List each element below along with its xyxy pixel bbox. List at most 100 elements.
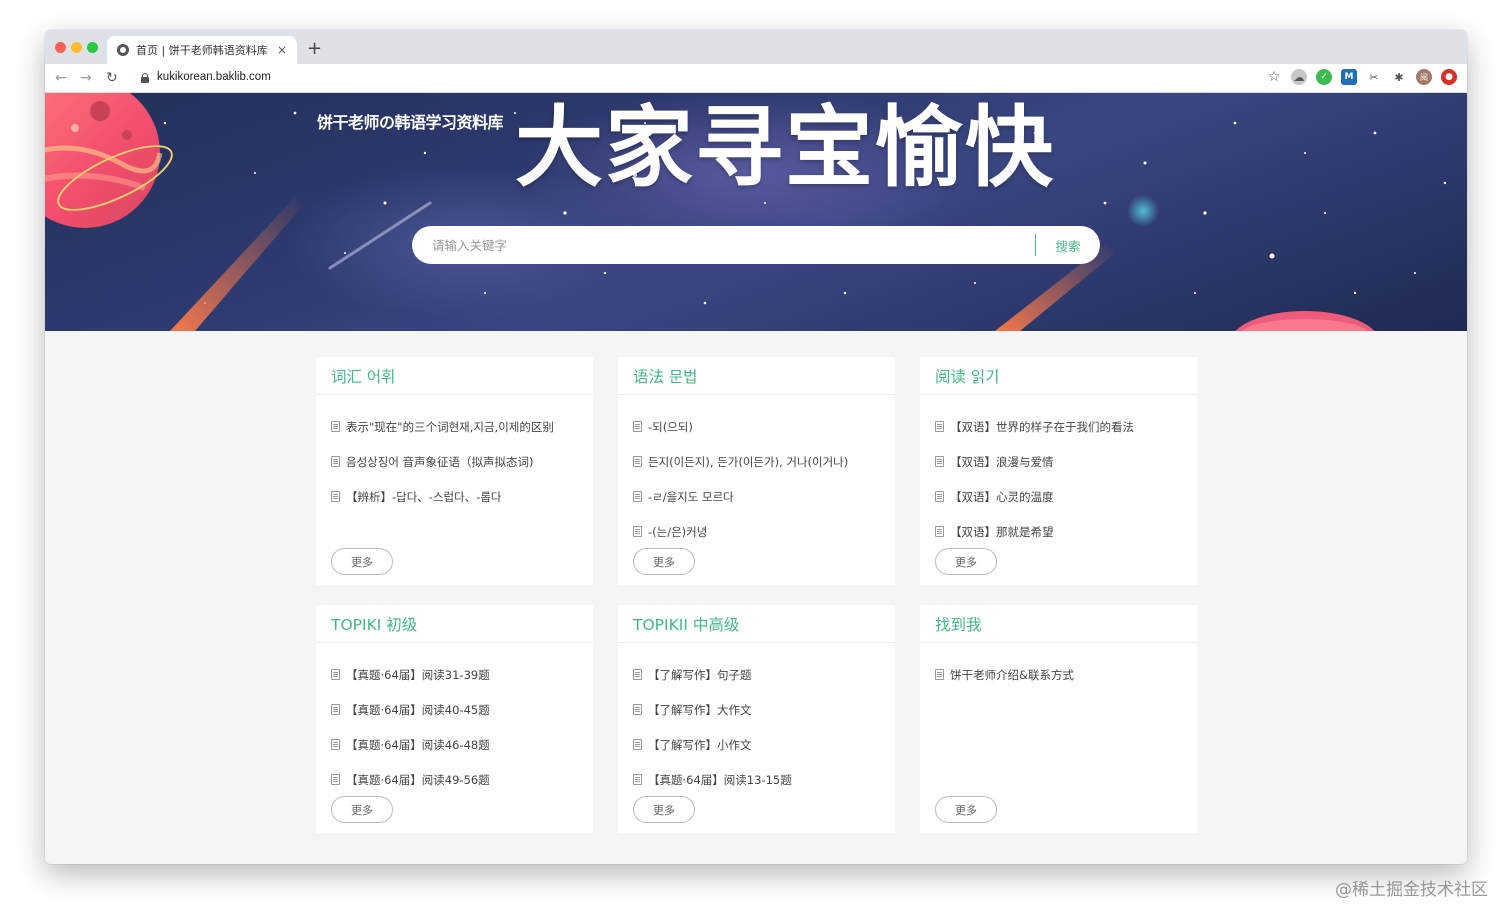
- extension-red-icon[interactable]: ●: [1441, 69, 1457, 85]
- tab-close-icon[interactable]: ×: [277, 43, 287, 57]
- article-link[interactable]: 【了解写作】大作文: [648, 702, 752, 718]
- article-link[interactable]: 【了解写作】句子题: [648, 667, 752, 683]
- list-item[interactable]: 【了解写作】大作文: [633, 692, 895, 727]
- document-icon: [331, 456, 340, 467]
- extension-check-icon[interactable]: ✓: [1316, 69, 1332, 85]
- card-topik-beginner: TOPIKI 初级 【真题·64届】阅读31-39题 【真题·64届】阅读40-…: [316, 605, 593, 833]
- more-button[interactable]: 更多: [331, 548, 393, 575]
- card-title[interactable]: 阅读 읽기: [935, 365, 999, 387]
- bookmark-star-icon[interactable]: ☆: [1266, 69, 1282, 85]
- reload-icon[interactable]: ↻: [106, 69, 118, 87]
- article-link[interactable]: 【真题·64届】阅读31-39题: [346, 667, 490, 683]
- extension-m-icon[interactable]: M: [1341, 69, 1357, 85]
- list-item[interactable]: 表示"现在"的三个词현재,지금,이제的区别: [331, 409, 593, 444]
- hero-banner: 饼干老师の韩语学习资料库 大家寻宝愉快 搜索: [45, 93, 1467, 331]
- article-link[interactable]: 【双语】浪漫与爱情: [950, 454, 1054, 470]
- address-bar[interactable]: kukikorean.baklib.com: [157, 71, 271, 83]
- search-bar: 搜索: [412, 226, 1100, 264]
- article-link[interactable]: -(는/은)커녕: [648, 524, 707, 540]
- article-link[interactable]: 든지(이든지), 든가(이든가), 거나(이거나): [648, 454, 848, 470]
- article-link[interactable]: 【真题·64届】阅读40-45题: [346, 702, 490, 718]
- list-item[interactable]: -(는/은)커녕: [633, 514, 895, 549]
- list-item[interactable]: 【双语】那就是希望: [935, 514, 1197, 549]
- browser-window: 首页 | 饼干老师韩语资料库 × + ← → ↻ kukikorean.bakl…: [45, 30, 1467, 864]
- list-item[interactable]: 【双语】浪漫与爱情: [935, 444, 1197, 479]
- list-item[interactable]: 饼干老师介绍&联系方式: [935, 657, 1197, 692]
- list-item[interactable]: 【双语】世界的样子在于我们的看法: [935, 409, 1197, 444]
- card-find-me: 找到我 饼干老师介绍&联系方式 更多: [920, 605, 1197, 833]
- globe-icon: [117, 44, 129, 56]
- document-icon: [331, 421, 340, 432]
- list-item[interactable]: 【了解写作】句子题: [633, 657, 895, 692]
- browser-toolbar: ← → ↻ kukikorean.baklib.com ☆ ☁ ✓ M ✂ ✱ …: [45, 64, 1467, 93]
- card-reading: 阅读 읽기 【双语】世界的样子在于我们的看法 【双语】浪漫与爱情 【双语】心灵的…: [920, 357, 1197, 585]
- list-item[interactable]: 【真题·64届】阅读49-56题: [331, 762, 593, 797]
- watermark: @稀土掘金技术社区: [1335, 880, 1488, 900]
- extension-scissors-icon[interactable]: ✂: [1366, 69, 1382, 85]
- article-link[interactable]: 【双语】那就是希望: [950, 524, 1054, 540]
- document-icon: [633, 669, 642, 680]
- document-icon: [633, 526, 642, 537]
- article-link[interactable]: 【辨析】-답다、-스럽다、-롭다: [346, 489, 502, 505]
- list-item[interactable]: 【真题·64届】阅读31-39题: [331, 657, 593, 692]
- site-logo[interactable]: 饼干老师の韩语学习资料库: [317, 109, 504, 133]
- article-link[interactable]: 【真题·64届】阅读13-15题: [648, 772, 792, 788]
- forward-icon[interactable]: →: [80, 69, 92, 87]
- hero-title: 大家寻宝愉快: [515, 96, 1056, 199]
- extension-cloud-icon[interactable]: ☁: [1291, 69, 1307, 85]
- card-title[interactable]: TOPIKI 初级: [331, 613, 417, 635]
- lock-icon[interactable]: [141, 73, 149, 83]
- article-link[interactable]: 음성상징어 音声象征语（拟声拟态词): [346, 454, 534, 470]
- list-item[interactable]: 【辨析】-답다、-스럽다、-롭다: [331, 479, 593, 514]
- article-link[interactable]: -되(으되): [648, 419, 693, 435]
- document-icon: [935, 456, 944, 467]
- zoom-window-button[interactable]: [87, 42, 98, 53]
- list-item[interactable]: 【真题·64届】阅读46-48题: [331, 727, 593, 762]
- extensions-puzzle-icon[interactable]: ✱: [1391, 69, 1407, 85]
- more-button[interactable]: 更多: [935, 796, 997, 823]
- document-icon: [331, 491, 340, 502]
- more-button[interactable]: 更多: [633, 548, 695, 575]
- card-header: 找到我: [920, 605, 1197, 643]
- article-link[interactable]: 【双语】世界的样子在于我们的看法: [950, 419, 1134, 435]
- list-item[interactable]: 【双语】心灵的温度: [935, 479, 1197, 514]
- article-list: 【了解写作】句子题 【了解写作】大作文 【了解写作】小作文 【真题·64届】阅读…: [618, 643, 895, 797]
- article-link[interactable]: -ㄹ/을지도 모르다: [648, 489, 734, 505]
- list-item[interactable]: 든지(이든지), 든가(이든가), 거나(이거나): [633, 444, 895, 479]
- more-button[interactable]: 更多: [935, 548, 997, 575]
- list-item[interactable]: 음성상징어 音声象征语（拟声拟态词): [331, 444, 593, 479]
- document-icon: [331, 739, 340, 750]
- list-item[interactable]: 【真题·64届】阅读13-15题: [633, 762, 895, 797]
- close-window-button[interactable]: [55, 42, 66, 53]
- article-link[interactable]: 表示"现在"的三个词현재,지금,이제的区别: [346, 419, 554, 435]
- article-link[interactable]: 【真题·64届】阅读46-48题: [346, 737, 490, 753]
- card-title[interactable]: 语法 문법: [633, 365, 697, 387]
- search-button[interactable]: 搜索: [1036, 226, 1100, 264]
- browser-tab[interactable]: 首页 | 饼干老师韩语资料库 ×: [107, 36, 297, 64]
- back-icon[interactable]: ←: [55, 69, 67, 87]
- new-tab-button[interactable]: +: [307, 38, 322, 60]
- document-icon: [935, 669, 944, 680]
- list-item[interactable]: -ㄹ/을지도 모르다: [633, 479, 895, 514]
- card-title[interactable]: TOPIKII 中高级: [633, 613, 739, 635]
- document-icon: [331, 704, 340, 715]
- article-list: 表示"现在"的三个词현재,지금,이제的区别 음성상징어 音声象征语（拟声拟态词)…: [316, 395, 593, 514]
- document-icon: [935, 491, 944, 502]
- more-button[interactable]: 更多: [633, 796, 695, 823]
- card-title[interactable]: 找到我: [935, 613, 982, 635]
- list-item[interactable]: -되(으되): [633, 409, 895, 444]
- article-link[interactable]: 饼干老师介绍&联系方式: [950, 667, 1074, 683]
- article-link[interactable]: 【双语】心灵的温度: [950, 489, 1054, 505]
- card-title[interactable]: 词汇 어휘: [331, 365, 395, 387]
- document-icon: [633, 739, 642, 750]
- article-link[interactable]: 【真题·64届】阅读49-56题: [346, 772, 490, 788]
- document-icon: [633, 421, 642, 432]
- more-button[interactable]: 更多: [331, 796, 393, 823]
- search-input[interactable]: [412, 226, 1035, 264]
- list-item[interactable]: 【真题·64届】阅读40-45题: [331, 692, 593, 727]
- list-item[interactable]: 【了解写作】小作文: [633, 727, 895, 762]
- profile-avatar[interactable]: 阅: [1416, 69, 1432, 85]
- article-link[interactable]: 【了解写作】小作文: [648, 737, 752, 753]
- card-vocabulary: 词汇 어휘 表示"现在"的三个词현재,지금,이제的区别 음성상징어 音声象征语（…: [316, 357, 593, 585]
- minimize-window-button[interactable]: [71, 42, 82, 53]
